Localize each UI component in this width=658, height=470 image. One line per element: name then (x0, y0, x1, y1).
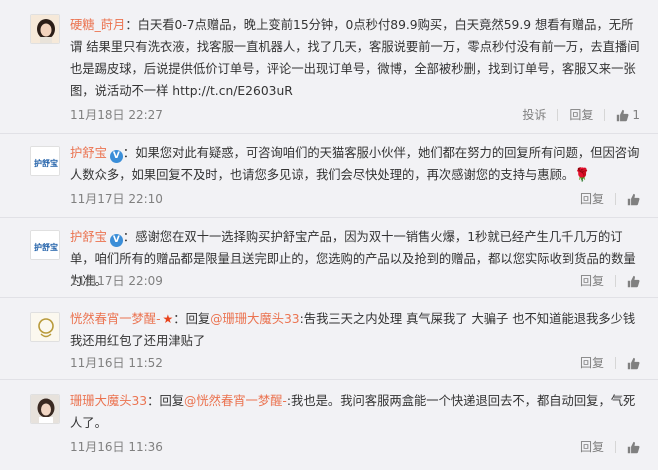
divider (615, 441, 616, 453)
short-url-link[interactable]: http://t.cn/E2603uR (172, 84, 293, 98)
user-photo-icon (31, 313, 59, 341)
username-link[interactable]: 护舒宝 (70, 146, 107, 160)
report-button[interactable]: 投诉 (522, 106, 546, 124)
comment-body: 硬糖_莳月：白天看0-7点赠品，晚上变前15分钟，0点秒付89.9购买，白天竟然… (70, 14, 640, 102)
like-button[interactable] (627, 193, 640, 206)
avatar[interactable] (30, 312, 60, 342)
comment-actions: 投诉 回复 1 (522, 106, 640, 124)
comment-text: ：白天看0-7点赠品，晚上变前15分钟，0点秒付89.9购买，白天竟然59.9 … (70, 18, 640, 98)
divider (557, 109, 559, 121)
reply-button[interactable]: 回复 (569, 106, 593, 124)
comment-item: 恍然春宵一梦醒- ★：回复@珊珊大魔头33:吿我三天之内处理 真气屎我了 大骗子 … (0, 298, 658, 380)
comment-item: 护舒宝 护舒宝 V ：如果您对此有疑惑，可咨询咱们的天猫客服小伙伴，她们都在努力的回… (0, 134, 658, 218)
reply-button[interactable]: 回复 (580, 438, 604, 456)
svg-text:护舒宝: 护舒宝 (34, 242, 58, 252)
divider (615, 275, 616, 287)
thumbs-up-icon (627, 357, 640, 369)
comment-actions: 回复 (580, 272, 640, 290)
reply-prefix: ：回复 (147, 394, 185, 408)
user-photo-icon (31, 395, 59, 423)
thumbs-up-icon (617, 109, 629, 121)
comment-meta: 11月16日 11:36 回复 (70, 438, 640, 456)
like-button[interactable] (627, 441, 640, 454)
user-photo-icon (31, 15, 59, 43)
comment-actions: 回复 (580, 190, 640, 208)
comment-item: 硬糖_莳月：白天看0-7点赠品，晚上变前15分钟，0点秒付89.9购买，白天竟然… (0, 0, 658, 134)
like-button[interactable] (627, 357, 640, 370)
timestamp: 11月17日 22:10 (70, 192, 163, 206)
star-badge-icon: ★ (162, 312, 174, 326)
comment-body: 珊珊大魔头33：回复@恍然春宵一梦醒-:我也是。我问客服两盒能一个快递退回去不，… (70, 390, 640, 434)
comment-item: 珊珊大魔头33：回复@恍然春宵一梦醒-:我也是。我问客服两盒能一个快递退回去不，… (0, 380, 658, 470)
divider (604, 109, 606, 121)
brand-logo-icon: 护舒宝 (31, 147, 59, 175)
comment-meta: 11月16日 11:52 回复 (70, 354, 640, 372)
comment-text: ：如果您对此有疑惑，可咨询咱们的天猫客服小伙伴，她们都在努力的回复所有问题，但因… (70, 146, 640, 182)
thumbs-up-icon (627, 193, 640, 205)
timestamp: 11月16日 11:36 (70, 440, 163, 454)
comment-body: 恍然春宵一梦醒- ★：回复@珊珊大魔头33:吿我三天之内处理 真气屎我了 大骗子 … (70, 308, 640, 352)
comment-meta: 11月18日 22:27 投诉 回复 1 (70, 106, 640, 124)
username-link[interactable]: 硬糖_莳月 (70, 18, 125, 32)
comment-actions: 回复 (580, 354, 640, 372)
like-count: 1 (632, 108, 640, 122)
verified-icon: V (109, 150, 123, 163)
avatar[interactable] (30, 14, 60, 44)
comment-meta: 11月17日 22:09 回复 (70, 272, 640, 290)
comment-actions: 回复 (580, 438, 640, 456)
timestamp: 11月17日 22:09 (70, 274, 163, 288)
avatar[interactable] (30, 394, 60, 424)
timestamp: 11月16日 11:52 (70, 356, 163, 370)
comment-item: 护舒宝 护舒宝 V ：感谢您在双十一选择购买护舒宝产品，因为双十一销售火爆，1秒就已… (0, 218, 658, 298)
mention-link[interactable]: @恍然春宵一梦醒- (184, 394, 287, 408)
like-button[interactable] (627, 275, 640, 288)
comment-body: 护舒宝 V ：如果您对此有疑惑，可咨询咱们的天猫客服小伙伴，她们都在努力的回复所有问… (70, 142, 640, 187)
mention-link[interactable]: @珊珊大魔头33 (210, 312, 299, 326)
like-button[interactable]: 1 (616, 106, 640, 124)
comment-meta: 11月17日 22:10 回复 (70, 190, 640, 208)
verified-icon: V (109, 234, 123, 247)
thumbs-up-icon (627, 441, 640, 453)
svg-text:护舒宝: 护舒宝 (34, 158, 58, 168)
brand-logo-icon: 护舒宝 (31, 231, 59, 259)
reply-button[interactable]: 回复 (580, 272, 604, 290)
reply-button[interactable]: 回复 (580, 354, 604, 372)
username-link[interactable]: 护舒宝 (70, 230, 107, 244)
reply-button[interactable]: 回复 (580, 190, 604, 208)
divider (615, 193, 616, 205)
divider (615, 357, 616, 369)
thumbs-up-icon (627, 275, 640, 287)
username-link[interactable]: 珊珊大魔头33 (70, 394, 147, 408)
avatar[interactable]: 护舒宝 (30, 230, 60, 260)
username-link[interactable]: 恍然春宵一梦醒- (70, 312, 161, 326)
reply-prefix: ：回复 (173, 312, 211, 326)
timestamp: 11月18日 22:27 (70, 108, 163, 122)
rose-emoji-icon: 🌹 (574, 168, 591, 183)
avatar[interactable]: 护舒宝 (30, 146, 60, 176)
